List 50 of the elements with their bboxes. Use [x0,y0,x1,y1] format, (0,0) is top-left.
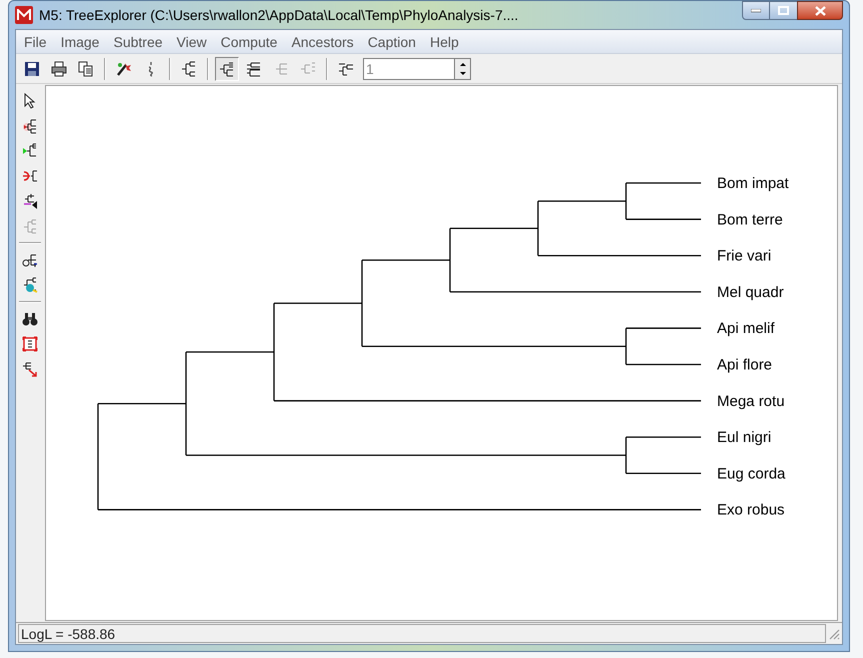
menu-item[interactable]: View [170,32,213,52]
tree-icon [22,168,38,184]
tree-icon [22,218,38,234]
maximize-icon [778,6,789,15]
close-icon [814,6,826,16]
resize-grip-icon [828,628,840,640]
menu-item[interactable]: Caption [362,32,422,52]
menu-item[interactable]: File [18,32,53,52]
maximize-button[interactable] [770,1,797,20]
taxon-label[interactable]: Bom impat [717,175,789,192]
window-title: M5: TreeExplorer (C:\Users\rwallon2\AppData\Local\Temp\PhyloAnalysis-7.... [39,6,518,25]
minimize-icon [751,8,761,12]
tree-icon [22,193,38,209]
wand-icon [116,60,132,76]
pointer-icon [22,93,38,109]
tree-icon [22,118,38,134]
tree-icon [246,60,262,76]
menu-item[interactable]: Subtree [107,32,169,52]
taxon-label[interactable]: Api melif [717,320,775,338]
taxon-label[interactable]: Frie vari [717,248,772,265]
taxon-label[interactable]: Eug corda [717,465,786,482]
menu-item[interactable]: Ancestors [285,32,360,52]
taxon-label[interactable]: Eul nigri [717,429,772,446]
copy-icon [78,60,94,76]
taxon-label[interactable]: Mega rotu [717,392,785,410]
taxon-label[interactable]: Api flore [717,356,772,374]
app-logo-icon [15,6,33,24]
close-button[interactable] [797,1,843,20]
tree-icon [300,60,316,76]
taxon-label[interactable]: Mel quadr [717,284,784,301]
tree-icon [219,60,235,76]
taxon-label[interactable]: Bom terre [717,211,783,228]
menu-item[interactable]: Help [424,32,465,52]
frame-icon [22,336,38,352]
menu-item[interactable]: Image [54,32,106,52]
minimize-button[interactable] [742,1,770,20]
tree-icon [181,60,197,76]
tree-arrow-icon [22,361,38,377]
tree-icon [273,60,289,76]
toolbar-button[interactable] [215,56,239,80]
status-text: LogL = -588.86 [18,624,826,643]
tree-icon [22,143,38,159]
binoculars-icon [22,311,38,327]
taxon-label[interactable]: Exo robus [717,502,785,519]
tree-icon [22,252,38,268]
save-icon [24,60,40,76]
number-field[interactable]: 1 [363,58,455,80]
tree-icon [22,277,38,293]
printer-icon [51,60,67,76]
menu-item[interactable]: Compute [214,32,284,52]
